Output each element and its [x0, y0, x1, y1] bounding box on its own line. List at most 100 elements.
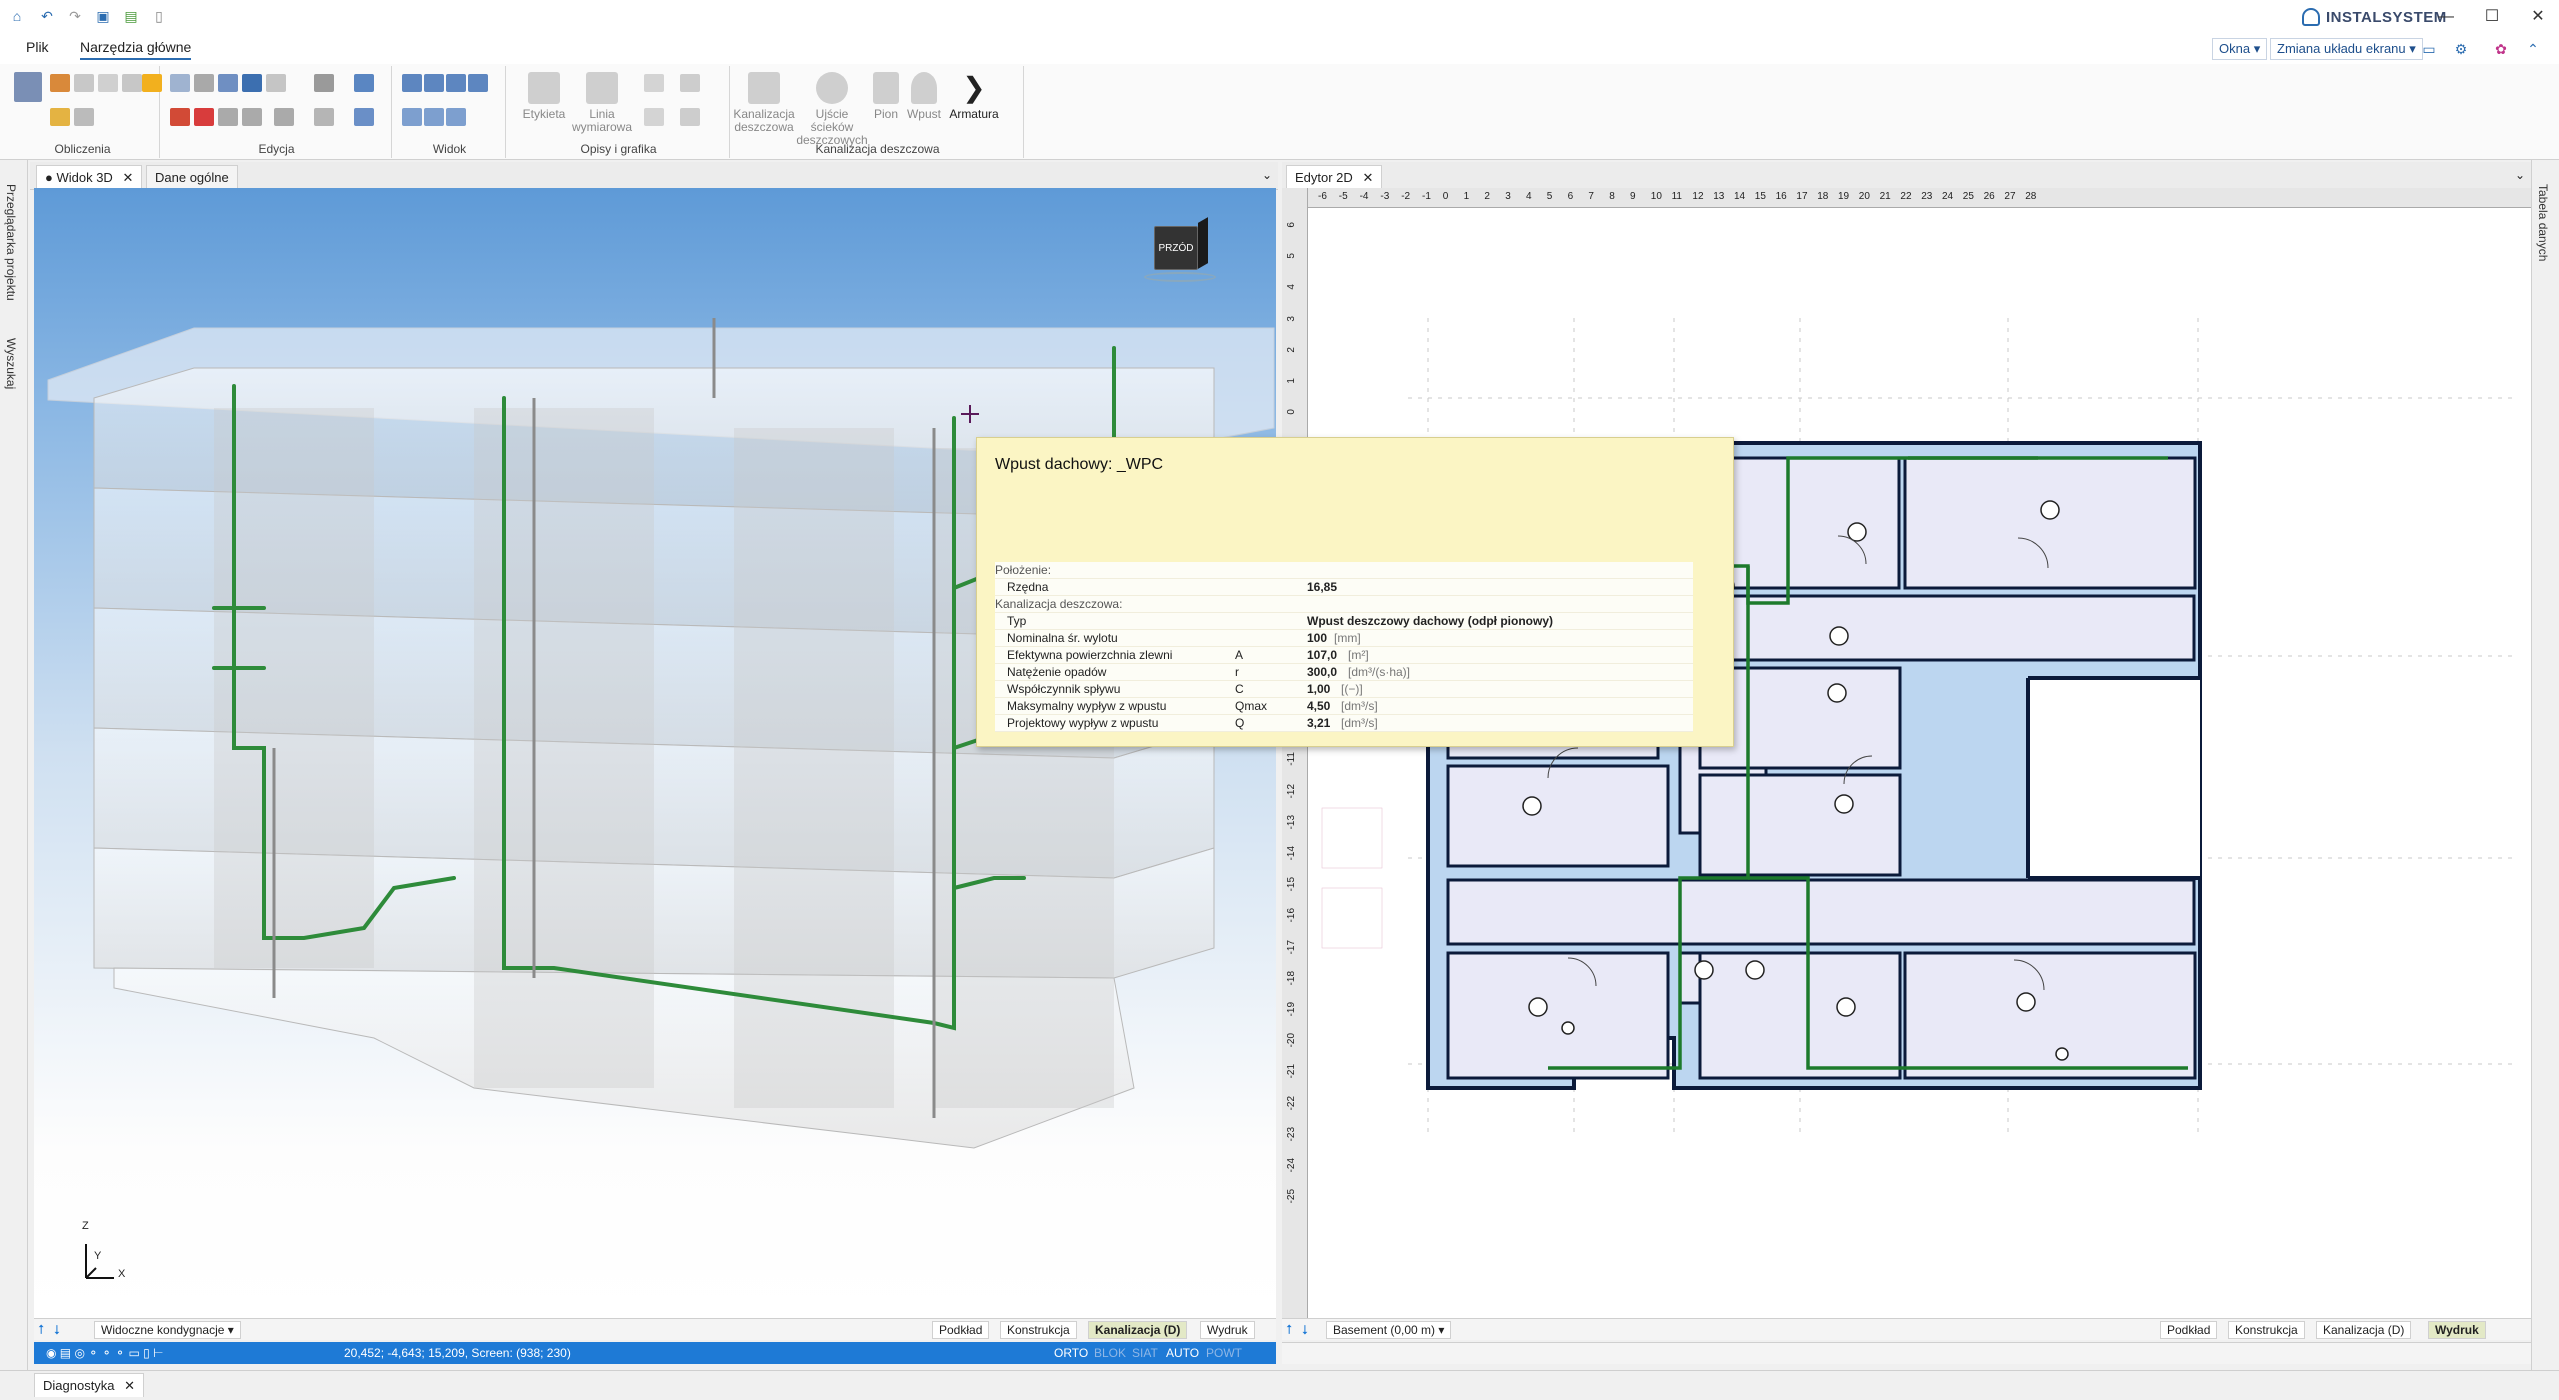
3d-view[interactable]: PRZÓD Z Y X: [34, 188, 1276, 1318]
align-icon[interactable]: [274, 108, 294, 126]
ruler-tick-label: -23: [1286, 1126, 1297, 1142]
layout-dropdown[interactable]: Zmiana układu ekranu ▾: [2270, 38, 2423, 60]
rotate-icon[interactable]: [242, 108, 262, 126]
storey-up-icon[interactable]: ⭡: [38, 1322, 44, 1338]
clipboard-icon[interactable]: [218, 74, 238, 92]
zoom-extent-icon[interactable]: [446, 108, 466, 126]
zoom-out-icon[interactable]: [424, 74, 444, 92]
tab-search[interactable]: Wyszukaj: [4, 338, 18, 389]
status-icons[interactable]: ◉ ▤ ◎ ⚬ ⚬ ⚬ ▭ ▯ ⊢: [46, 1346, 164, 1360]
calc-big-icon[interactable]: [14, 72, 42, 102]
ruler-tick-label: -16: [1286, 908, 1297, 923]
view-cube[interactable]: PRZÓD: [1144, 217, 1216, 290]
riser-button[interactable]: Pion: [868, 72, 904, 121]
redo-icon[interactable]: ↷: [66, 7, 84, 25]
close-icon[interactable]: ✕: [124, 1378, 135, 1393]
view-cube-front[interactable]: PRZÓD: [1154, 226, 1198, 270]
level-icon[interactable]: [354, 74, 374, 92]
warning-icon[interactable]: [142, 74, 162, 92]
frame-icon[interactable]: [644, 108, 664, 126]
dimension-line-button[interactable]: Linia wymiarowa: [570, 72, 634, 134]
windows-dropdown[interactable]: Okna ▾: [2212, 38, 2268, 60]
ruler-tick-label: 2: [1286, 346, 1297, 353]
export-icon[interactable]: ▤: [122, 7, 140, 25]
zoom-in-icon[interactable]: [402, 74, 422, 92]
zoom-previous-icon[interactable]: [424, 108, 444, 126]
undo-edit-icon[interactable]: [242, 74, 262, 92]
storey-up-icon[interactable]: ⭡: [1286, 1322, 1292, 1338]
text-icon[interactable]: [644, 74, 664, 92]
storey-dropdown[interactable]: Basement (0,00 m) ▾: [1326, 1321, 1452, 1339]
app-icon[interactable]: ⌂: [8, 7, 26, 25]
copy-icon[interactable]: [170, 74, 190, 92]
screen-icon[interactable]: ▭: [2420, 40, 2438, 58]
layer-konstrukcja[interactable]: Konstrukcja: [1000, 1321, 1077, 1339]
mode-siat[interactable]: SIAT: [1132, 1346, 1158, 1360]
left-side-strip: Przeglądarka projektu Wyszukaj: [0, 160, 28, 1370]
ribbon-group-label: Opisy i grafika: [580, 142, 657, 156]
close-icon[interactable]: ✕: [2520, 4, 2556, 30]
fitting-button[interactable]: ❯ Armatura: [946, 72, 1002, 121]
outlet-button[interactable]: Ujście ścieków deszczowych: [794, 72, 870, 147]
delete-icon[interactable]: [194, 108, 214, 126]
close-icon[interactable]: ✕: [1362, 170, 1373, 185]
zoom-window-icon[interactable]: [446, 74, 466, 92]
image-icon[interactable]: [680, 108, 700, 126]
tab-project-browser[interactable]: Przeglądarka projektu: [4, 184, 18, 301]
layer-podklad[interactable]: Podkład: [932, 1321, 990, 1339]
layer-wydruk[interactable]: Wydruk: [1200, 1321, 1255, 1339]
inlet-button[interactable]: Wpust: [904, 72, 944, 121]
mode-auto[interactable]: AUTO: [1166, 1346, 1199, 1360]
maximize-icon[interactable]: ☐: [2474, 4, 2510, 30]
report-icon[interactable]: [74, 108, 94, 126]
tools-icon[interactable]: ⚙: [2452, 40, 2470, 58]
mode-blok[interactable]: BLOK: [1094, 1346, 1126, 1360]
move-icon[interactable]: [218, 108, 238, 126]
storey-down-icon[interactable]: ⭣: [54, 1322, 60, 1338]
cut-icon[interactable]: [170, 108, 190, 126]
zoom-all-icon[interactable]: [468, 74, 488, 92]
calc-icon[interactable]: [50, 74, 70, 92]
new-file-icon[interactable]: ▯: [150, 7, 168, 25]
tab-data-table[interactable]: Tabela danych: [2536, 184, 2550, 261]
ruler-tick-label: -5: [1338, 191, 1348, 202]
list-icon[interactable]: [680, 74, 700, 92]
tab-plik[interactable]: Plik: [26, 39, 49, 55]
collapse-ribbon-icon[interactable]: ⌃: [2524, 40, 2542, 58]
chevron-down-icon[interactable]: ⌄: [2515, 168, 2525, 182]
close-icon[interactable]: ✕: [122, 170, 133, 185]
tab-2d-editor[interactable]: Edytor 2D ✕: [1286, 165, 1383, 189]
save-icon[interactable]: ▣: [94, 7, 112, 25]
calc-check-icon[interactable]: [74, 74, 94, 92]
layer-kanalizacja[interactable]: Kanalizacja (D): [2316, 1321, 2412, 1339]
layer-podklad[interactable]: Podkład: [2160, 1321, 2218, 1339]
tab-narzedzia-glowne[interactable]: Narzędzia główne: [80, 39, 192, 60]
storey-down-icon[interactable]: ⭣: [1302, 1322, 1308, 1338]
layer-konstrukcja[interactable]: Konstrukcja: [2228, 1321, 2305, 1339]
tab-general-data[interactable]: Dane ogólne: [146, 165, 238, 189]
2d-editor-canvas[interactable]: -6 -5 -4 -3 -2 -1 0 1 2 3 4 5 6 7 8 9 10 11 12 13 14 15 16 17 18…: [1282, 188, 2531, 1318]
grid-icon[interactable]: [266, 74, 286, 92]
pin-icon[interactable]: [314, 74, 334, 92]
chevron-down-icon[interactable]: ⌄: [1262, 168, 1272, 182]
table-icon[interactable]: [50, 108, 70, 126]
ruler-tick-label: 2: [1484, 191, 1490, 202]
paste-icon[interactable]: [194, 74, 214, 92]
tab-diagnostics[interactable]: Diagnostyka ✕: [34, 1373, 145, 1397]
select-icon[interactable]: [354, 108, 374, 126]
rain-sewer-button[interactable]: Kanalizacja deszczowa: [732, 72, 796, 134]
undo-icon[interactable]: ↶: [38, 7, 56, 25]
minimize-icon[interactable]: —: [2428, 4, 2464, 30]
layer-kanalizacja[interactable]: Kanalizacja (D): [1088, 1321, 1188, 1339]
mirror-icon[interactable]: [314, 108, 334, 126]
mode-powt[interactable]: POWT: [1206, 1346, 1242, 1360]
calc-settings-icon[interactable]: [98, 74, 118, 92]
drop-icon[interactable]: [122, 74, 142, 92]
label-button[interactable]: Etykieta: [512, 72, 576, 121]
mode-orto[interactable]: ORTO: [1054, 1346, 1088, 1360]
pan-icon[interactable]: [402, 108, 422, 126]
help-icon[interactable]: ✿: [2492, 40, 2510, 58]
tab-3d-view[interactable]: ● Widok 3D ✕: [36, 165, 143, 189]
visible-storeys-dropdown[interactable]: Widoczne kondygnacje ▾: [94, 1321, 241, 1339]
layer-wydruk[interactable]: Wydruk: [2428, 1321, 2486, 1339]
